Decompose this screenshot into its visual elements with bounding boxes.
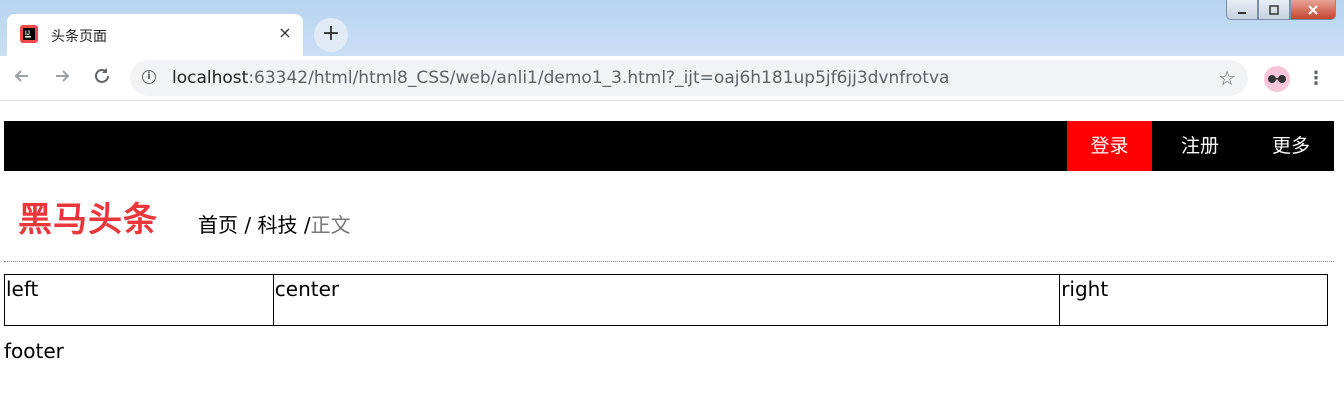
url-path: :63342/html/html8_CSS/web/anli1/demo1_3.… (248, 68, 950, 88)
tab-close-button[interactable]: × (275, 23, 295, 43)
right-column: right (1060, 274, 1328, 326)
glasses-icon (1268, 75, 1286, 83)
nav-items: 登录 注册 更多 (1067, 121, 1334, 171)
url-host: localhost (172, 68, 249, 88)
back-button[interactable] (10, 66, 34, 90)
forward-arrow-icon (56, 70, 70, 82)
close-icon (1308, 4, 1318, 15)
site-logo[interactable]: 黑马头条 (18, 192, 158, 241)
register-link[interactable]: 注册 (1152, 121, 1248, 171)
svg-text:IJ: IJ (25, 31, 30, 37)
back-arrow-icon (14, 70, 28, 82)
breadcrumb-home[interactable]: 首页 (198, 213, 238, 237)
intellij-icon: IJ (20, 25, 38, 43)
reload-icon (95, 68, 109, 83)
url-text[interactable]: localhost:63342/html/html8_CSS/web/anli1… (172, 68, 949, 88)
window-controls (1226, 0, 1336, 20)
forward-button[interactable] (50, 66, 74, 90)
profile-avatar[interactable] (1264, 66, 1290, 92)
login-link[interactable]: 登录 (1067, 121, 1152, 171)
tab-title: 头条页面 (51, 29, 107, 45)
breadcrumb-separator: / (303, 213, 311, 237)
dotted-divider (4, 261, 1334, 262)
maximize-icon (1269, 4, 1279, 15)
new-tab-button[interactable]: + (314, 18, 348, 52)
star-icon[interactable]: ☆ (1218, 66, 1236, 90)
breadcrumb-tech[interactable]: 科技 (257, 213, 297, 237)
top-nav-bar: 登录 注册 更多 (4, 121, 1334, 171)
kebab-menu-icon[interactable]: ⋮ (1306, 66, 1326, 92)
breadcrumb-current: 正文 (310, 213, 351, 237)
footer: footer (4, 339, 64, 363)
breadcrumb-separator: / (244, 213, 252, 237)
browser-tab[interactable]: IJ 头条页面 × (7, 14, 303, 56)
info-icon[interactable]: i (142, 70, 156, 84)
minimize-icon (1238, 11, 1246, 14)
three-column-layout: left center right (4, 274, 1328, 326)
minimize-button[interactable] (1226, 0, 1258, 20)
address-bar[interactable]: i localhost:63342/html/html8_CSS/web/anl… (130, 60, 1248, 96)
left-column: left (4, 274, 274, 326)
close-window-button[interactable] (1290, 0, 1336, 20)
center-column: center (273, 274, 1061, 326)
maximize-button[interactable] (1258, 0, 1290, 20)
browser-toolbar: i localhost:63342/html/html8_CSS/web/anl… (0, 56, 1344, 101)
browser-titlebar: IJ 头条页面 × + (0, 0, 1344, 56)
more-link[interactable]: 更多 (1248, 121, 1334, 171)
breadcrumb: 首页 / 科技 /正文 (198, 209, 351, 238)
reload-button[interactable] (90, 66, 114, 90)
